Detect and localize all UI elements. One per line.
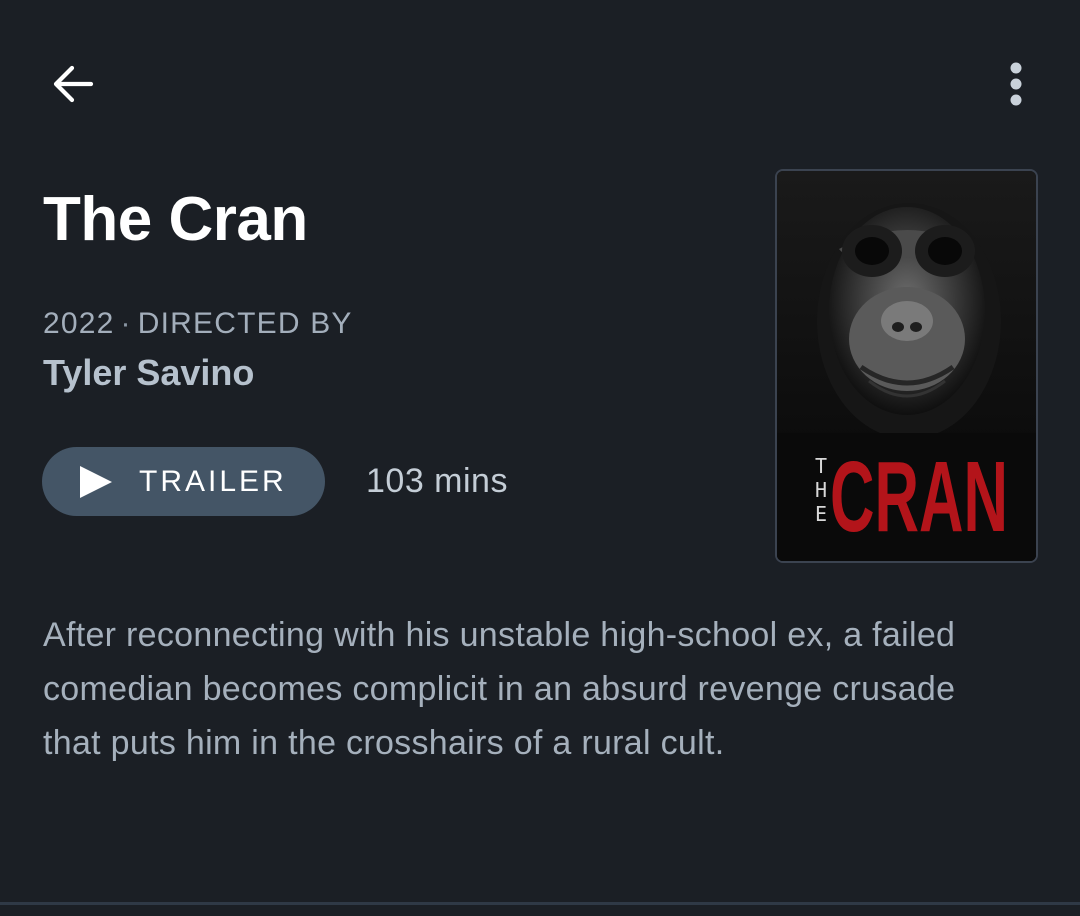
film-meta: 2022 · DIRECTED BY [43, 305, 353, 343]
film-details-screen: The Cran 2022 · DIRECTED BY Tyler Savino T… [0, 0, 1080, 916]
meta-separator: · [120, 307, 132, 340]
poster-title-small: THE [815, 454, 827, 526]
trailer-label: TRAILER [139, 465, 287, 498]
trailer-button[interactable]: TRAILER [42, 447, 325, 516]
section-divider [0, 902, 1080, 905]
release-year[interactable]: 2022 [43, 307, 115, 340]
play-icon [78, 464, 114, 500]
back-button[interactable] [44, 55, 102, 113]
film-synopsis: After reconnecting with his unstable hig… [43, 616, 956, 762]
poster-title: THE CRAN [815, 441, 1008, 553]
arrow-left-icon [53, 65, 94, 103]
director-link[interactable]: Tyler Savino [43, 350, 254, 396]
poster-title-large: CRAN [830, 441, 1008, 553]
film-poster[interactable]: THE CRAN [775, 169, 1038, 563]
film-title: The Cran [43, 185, 308, 254]
runtime: 103 mins [366, 462, 508, 500]
more-vertical-icon [1010, 62, 1022, 106]
more-options-button[interactable] [990, 55, 1042, 113]
directed-by-label: DIRECTED BY [137, 307, 353, 340]
